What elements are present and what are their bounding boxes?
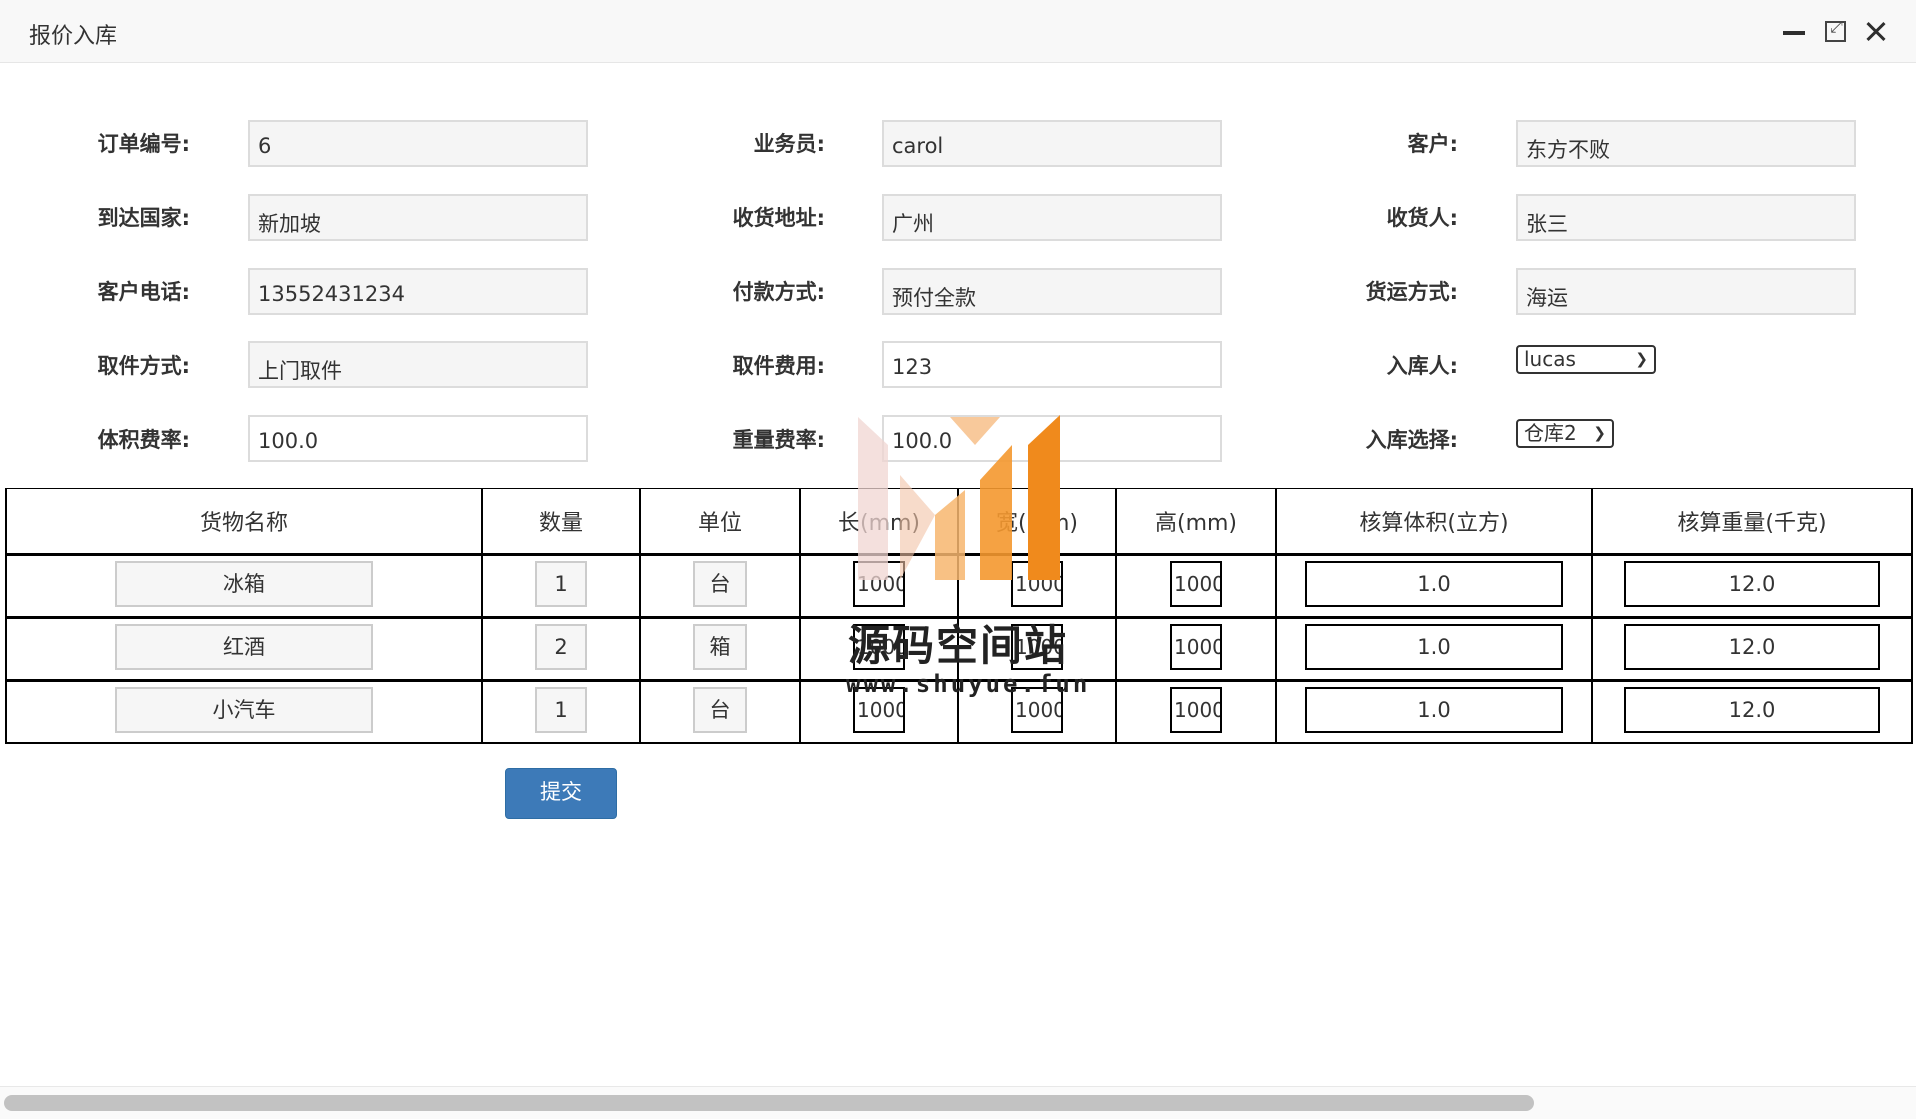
warehouse-label: 入库选择: bbox=[1365, 428, 1458, 452]
goods-name-field[interactable]: 小汽车 bbox=[115, 687, 373, 733]
dialog-titlebar: 报价入库 bbox=[0, 0, 1916, 63]
payment-label: 付款方式: bbox=[732, 280, 825, 304]
watermark-text: 源码空间站 bbox=[848, 621, 1069, 670]
consignee-field[interactable]: 张三 bbox=[1516, 194, 1856, 241]
volume-field[interactable]: 1.0 bbox=[1305, 561, 1563, 607]
storer-select-value: lucas bbox=[1524, 347, 1576, 371]
weight-field[interactable]: 12.0 bbox=[1624, 687, 1880, 733]
scrollbar-thumb[interactable] bbox=[4, 1095, 1534, 1111]
weight-field[interactable]: 12.0 bbox=[1624, 561, 1880, 607]
salesman-field[interactable]: carol bbox=[882, 120, 1222, 167]
volume-field[interactable]: 1.0 bbox=[1305, 624, 1563, 670]
storer-select[interactable]: lucas ❯ bbox=[1516, 345, 1656, 374]
column-header: 核算体积(立方) bbox=[1275, 488, 1593, 556]
table-header-row: 货物名称 数量 单位 长(mm) 宽(mm) 高(mm) 核算体积(立方) 核算… bbox=[5, 488, 1913, 556]
order-no-field[interactable]: 6 bbox=[248, 120, 588, 167]
payment-field[interactable]: 预付全款 bbox=[882, 268, 1222, 315]
volume-rate-field[interactable]: 100.0 bbox=[248, 415, 588, 462]
goods-name-field[interactable]: 红酒 bbox=[115, 624, 373, 670]
salesman-label: 业务员: bbox=[753, 132, 825, 156]
warehouse-select-value: 仓库2 bbox=[1524, 421, 1577, 445]
address-field[interactable]: 广州 bbox=[882, 194, 1222, 241]
consignee-label: 收货人: bbox=[1386, 206, 1458, 230]
dialog-title: 报价入库 bbox=[29, 24, 118, 49]
pickup-field[interactable]: 上门取件 bbox=[248, 341, 588, 388]
column-header: 宽(mm) bbox=[957, 488, 1117, 556]
weight-field[interactable]: 12.0 bbox=[1624, 624, 1880, 670]
weight-rate-field[interactable]: 100.0 bbox=[882, 415, 1222, 462]
column-header: 长(mm) bbox=[799, 488, 959, 556]
country-field[interactable]: 新加坡 bbox=[248, 194, 588, 241]
horizontal-scrollbar[interactable] bbox=[0, 1086, 1916, 1119]
phone-field[interactable]: 13552431234 bbox=[248, 268, 588, 315]
column-header: 单位 bbox=[639, 488, 801, 556]
table-row: 冰箱 1 台 1000 1000 1000 1.0 12.0 bbox=[5, 553, 1913, 619]
column-header: 高(mm) bbox=[1115, 488, 1277, 556]
length-field[interactable]: 1000 bbox=[853, 561, 905, 607]
height-field[interactable]: 1000 bbox=[1170, 561, 1222, 607]
watermark-url: www.shuyue.fun bbox=[846, 670, 1091, 698]
column-header: 数量 bbox=[481, 488, 641, 556]
country-label: 到达国家: bbox=[97, 206, 190, 230]
column-header: 核算重量(千克) bbox=[1591, 488, 1913, 556]
weight-rate-label: 重量费率: bbox=[732, 428, 825, 452]
address-label: 收货地址: bbox=[732, 206, 825, 230]
volume-rate-label: 体积费率: bbox=[97, 428, 190, 452]
pickup-fee-field[interactable]: 123 bbox=[882, 341, 1222, 388]
customer-field[interactable]: 东方不败 bbox=[1516, 120, 1856, 167]
customer-label: 客户: bbox=[1407, 132, 1458, 156]
submit-button[interactable]: 提交 bbox=[505, 768, 617, 819]
minimize-icon[interactable] bbox=[1779, 16, 1809, 46]
unit-field[interactable]: 台 bbox=[693, 561, 747, 607]
pickup-label: 取件方式: bbox=[97, 354, 190, 378]
order-no-label: 订单编号: bbox=[97, 132, 190, 156]
height-field[interactable]: 1000 bbox=[1170, 624, 1222, 670]
warehouse-select[interactable]: 仓库2 ❯ bbox=[1516, 419, 1614, 448]
shipping-field[interactable]: 海运 bbox=[1516, 268, 1856, 315]
close-icon[interactable] bbox=[1861, 16, 1891, 46]
pickup-fee-label: 取件费用: bbox=[732, 354, 825, 378]
shipping-label: 货运方式: bbox=[1365, 280, 1458, 304]
width-field[interactable]: 1000 bbox=[1011, 561, 1063, 607]
unit-field[interactable]: 台 bbox=[693, 687, 747, 733]
chevron-down-icon: ❯ bbox=[1635, 350, 1648, 368]
chevron-down-icon: ❯ bbox=[1593, 424, 1606, 442]
qty-field[interactable]: 2 bbox=[535, 624, 587, 670]
qty-field[interactable]: 1 bbox=[535, 561, 587, 607]
phone-label: 客户电话: bbox=[97, 280, 190, 304]
height-field[interactable]: 1000 bbox=[1170, 687, 1222, 733]
goods-name-field[interactable]: 冰箱 bbox=[115, 561, 373, 607]
maximize-icon[interactable] bbox=[1821, 16, 1851, 46]
column-header: 货物名称 bbox=[5, 488, 483, 556]
qty-field[interactable]: 1 bbox=[535, 687, 587, 733]
storer-label: 入库人: bbox=[1386, 354, 1458, 378]
volume-field[interactable]: 1.0 bbox=[1305, 687, 1563, 733]
unit-field[interactable]: 箱 bbox=[693, 624, 747, 670]
